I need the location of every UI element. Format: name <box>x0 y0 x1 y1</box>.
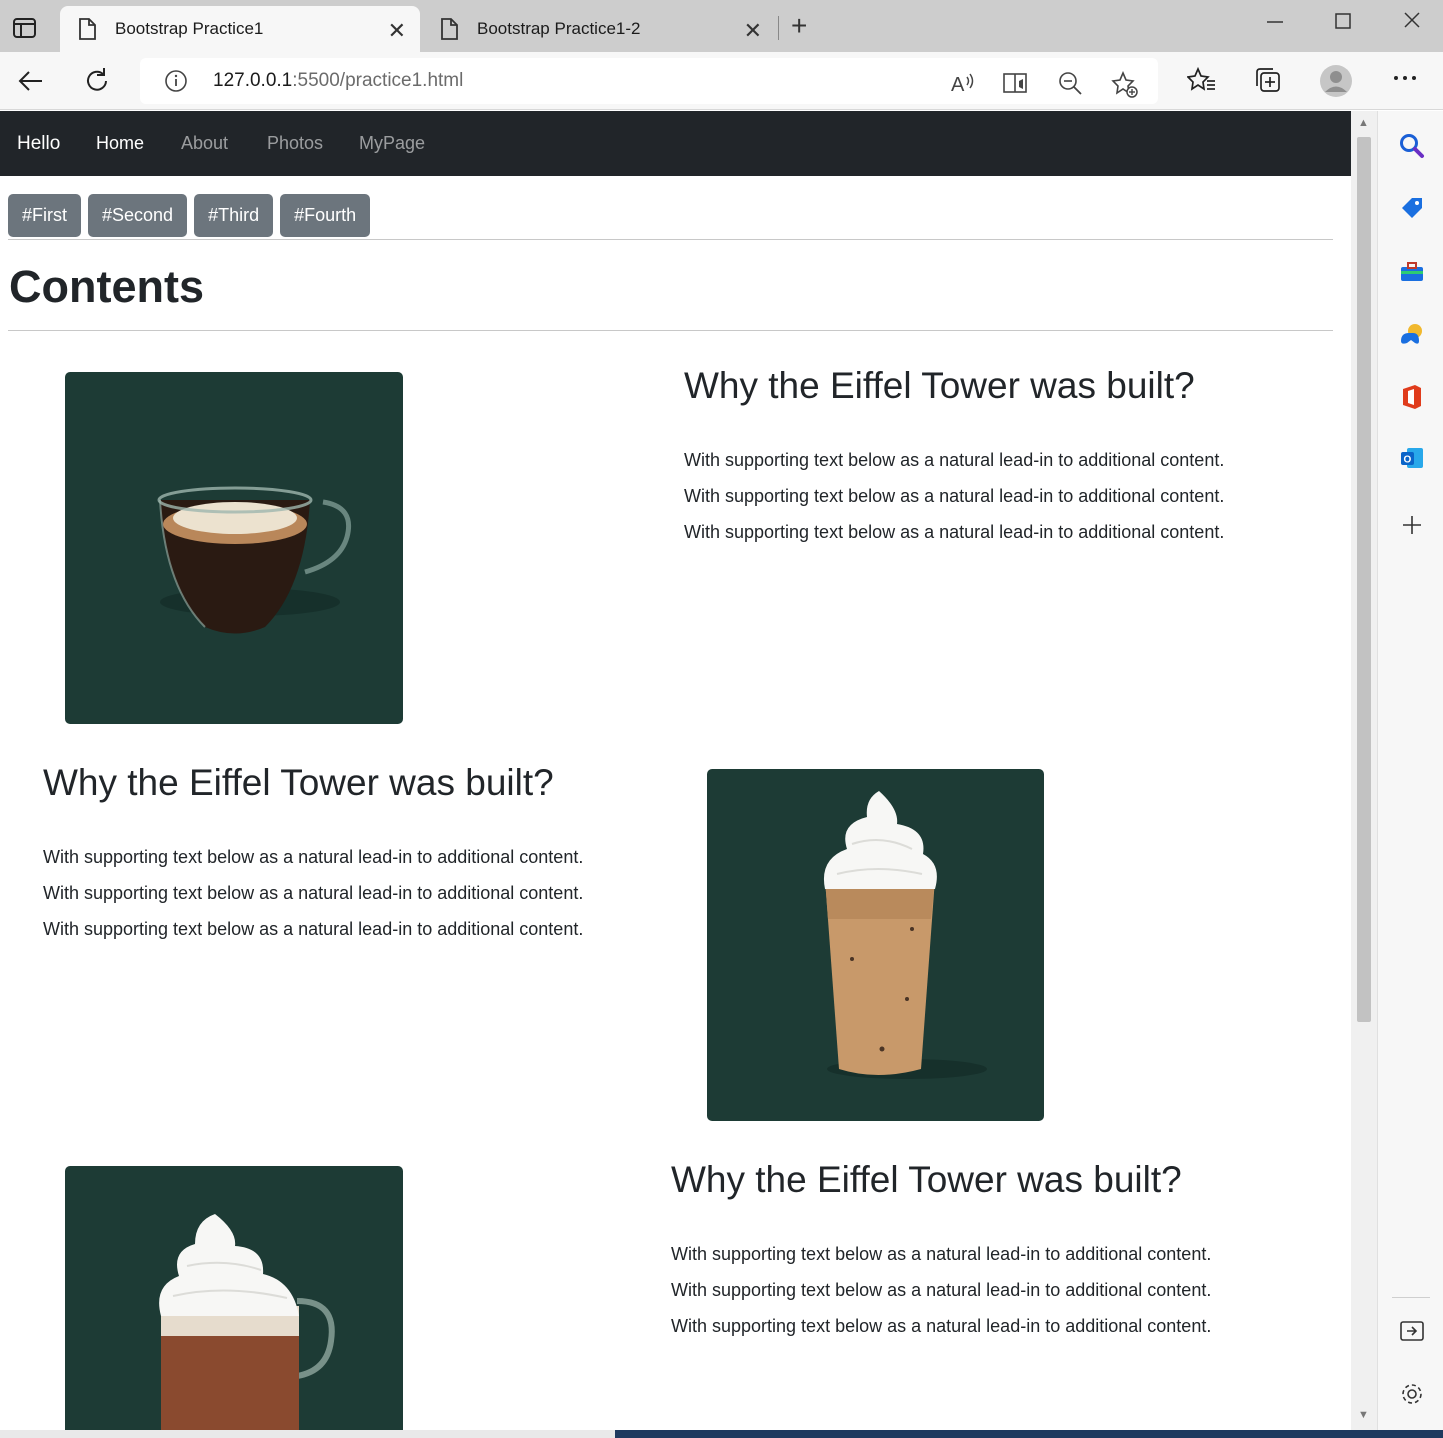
frappuccino-photo <box>707 769 1044 1121</box>
tab-title: Bootstrap Practice1-2 <box>477 19 641 38</box>
url-text: 127.0.0.1:5500/practice1.html <box>213 70 463 92</box>
collections-icon[interactable] <box>1253 66 1283 99</box>
page-icon <box>78 18 96 45</box>
divider <box>8 239 1333 240</box>
section-1-line-1: With supporting text below as a natural … <box>684 450 1225 470</box>
settings-gear-icon[interactable] <box>1399 1381 1425 1412</box>
tab-actions-icon[interactable] <box>10 14 40 42</box>
add-favorite-icon[interactable] <box>1111 70 1139 104</box>
background-editor-strip <box>615 1430 1443 1438</box>
site-info-icon[interactable] <box>164 69 188 98</box>
tab-title: Bootstrap Practice1 <box>115 19 264 38</box>
favorites-icon[interactable] <box>1186 66 1217 99</box>
edge-sidebar: O <box>1377 111 1443 1438</box>
background-window-strip <box>0 1430 1443 1438</box>
anchor-button-group: #First #Second #Third #Fourth <box>8 194 371 237</box>
section-3-line-2: With supporting text below as a natural … <box>671 1280 1212 1300</box>
scroll-up-icon[interactable]: ▲ <box>1358 117 1369 129</box>
url-host: 127.0.0.1 <box>213 70 293 91</box>
add-sidebar-app-icon[interactable] <box>1402 515 1422 540</box>
first-button[interactable]: #First <box>8 194 81 237</box>
section-3-text: With supporting text below as a natural … <box>671 1236 1211 1344</box>
tools-icon[interactable] <box>1399 259 1425 290</box>
site-navbar: Hello Home About Photos MyPage <box>0 111 1351 176</box>
new-tab-icon[interactable]: + <box>791 12 807 40</box>
hide-sidebar-icon[interactable] <box>1399 1319 1425 1348</box>
hot-chocolate-photo <box>65 1166 403 1438</box>
url-path: :5500/practice1.html <box>292 70 464 91</box>
nav-link-photos[interactable]: Photos <box>267 133 323 154</box>
immersive-reader-icon[interactable] <box>1002 71 1030 100</box>
section-3-line-1: With supporting text below as a natural … <box>671 1244 1212 1264</box>
section-2-line-1: With supporting text below as a natural … <box>43 847 584 867</box>
zoom-out-icon[interactable] <box>1058 71 1084 102</box>
tab-bootstrap-practice1-2[interactable]: Bootstrap Practice1-2 ✕ <box>422 6 776 52</box>
page-viewport: Hello Home About Photos MyPage #First #S… <box>0 111 1351 1438</box>
fourth-button[interactable]: #Fourth <box>280 194 371 237</box>
tab-bootstrap-practice1[interactable]: Bootstrap Practice1 ✕ <box>60 6 420 52</box>
back-icon[interactable] <box>16 66 46 101</box>
games-icon[interactable] <box>1399 321 1425 352</box>
nav-link-about[interactable]: About <box>181 133 228 154</box>
close-tab-icon[interactable]: ✕ <box>388 18 406 44</box>
close-window-icon[interactable] <box>1402 10 1422 36</box>
maximize-icon[interactable] <box>1334 10 1354 36</box>
page-scrollbar[interactable]: ▲ ▼ <box>1351 111 1377 1438</box>
second-button[interactable]: #Second <box>88 194 188 237</box>
scrollbar-thumb[interactable] <box>1357 137 1371 1022</box>
section-3-line-3: With supporting text below as a natural … <box>671 1316 1212 1336</box>
refresh-icon[interactable] <box>82 66 112 101</box>
svg-text:O: O <box>1404 455 1412 466</box>
section-1-text: With supporting text below as a natural … <box>684 442 1224 550</box>
minimize-icon[interactable] <box>1265 10 1285 36</box>
read-aloud-icon[interactable]: A <box>950 71 976 100</box>
outlook-icon[interactable]: O <box>1399 445 1425 476</box>
section-2-text: With supporting text below as a natural … <box>43 839 583 947</box>
browser-tab-bar: Bootstrap Practice1 ✕ Bootstrap Practice… <box>0 0 1443 52</box>
navbar-brand[interactable]: Hello <box>17 133 60 155</box>
more-options-icon[interactable] <box>1392 70 1418 88</box>
tab-separator <box>778 16 779 40</box>
section-1-line-3: With supporting text below as a natural … <box>684 522 1225 542</box>
divider <box>8 330 1333 331</box>
page-icon <box>440 18 458 45</box>
section-1-heading: Why the Eiffel Tower was built? <box>684 365 1195 406</box>
address-bar[interactable]: 127.0.0.1:5500/practice1.html A <box>140 58 1158 104</box>
sidebar-divider <box>1392 1297 1430 1298</box>
office-icon[interactable] <box>1399 383 1425 416</box>
section-1-line-2: With supporting text below as a natural … <box>684 486 1225 506</box>
section-2-heading: Why the Eiffel Tower was built? <box>43 762 554 803</box>
svg-text:A: A <box>951 74 965 95</box>
third-button[interactable]: #Third <box>194 194 274 237</box>
scroll-down-icon[interactable]: ▼ <box>1358 1409 1369 1421</box>
search-icon[interactable] <box>1399 133 1425 164</box>
page-title: Contents <box>9 261 204 312</box>
close-tab-icon[interactable]: ✕ <box>744 18 762 44</box>
nav-link-mypage[interactable]: MyPage <box>359 133 425 154</box>
shopping-tag-icon[interactable] <box>1399 195 1425 226</box>
nav-link-home[interactable]: Home <box>96 133 144 154</box>
address-toolbar: 127.0.0.1:5500/practice1.html A <box>0 52 1443 110</box>
section-2-line-2: With supporting text below as a natural … <box>43 883 584 903</box>
section-2-line-3: With supporting text below as a natural … <box>43 919 584 939</box>
section-3-heading: Why the Eiffel Tower was built? <box>671 1159 1182 1200</box>
coffee-photo <box>65 372 403 724</box>
profile-avatar-icon[interactable] <box>1319 64 1353 103</box>
